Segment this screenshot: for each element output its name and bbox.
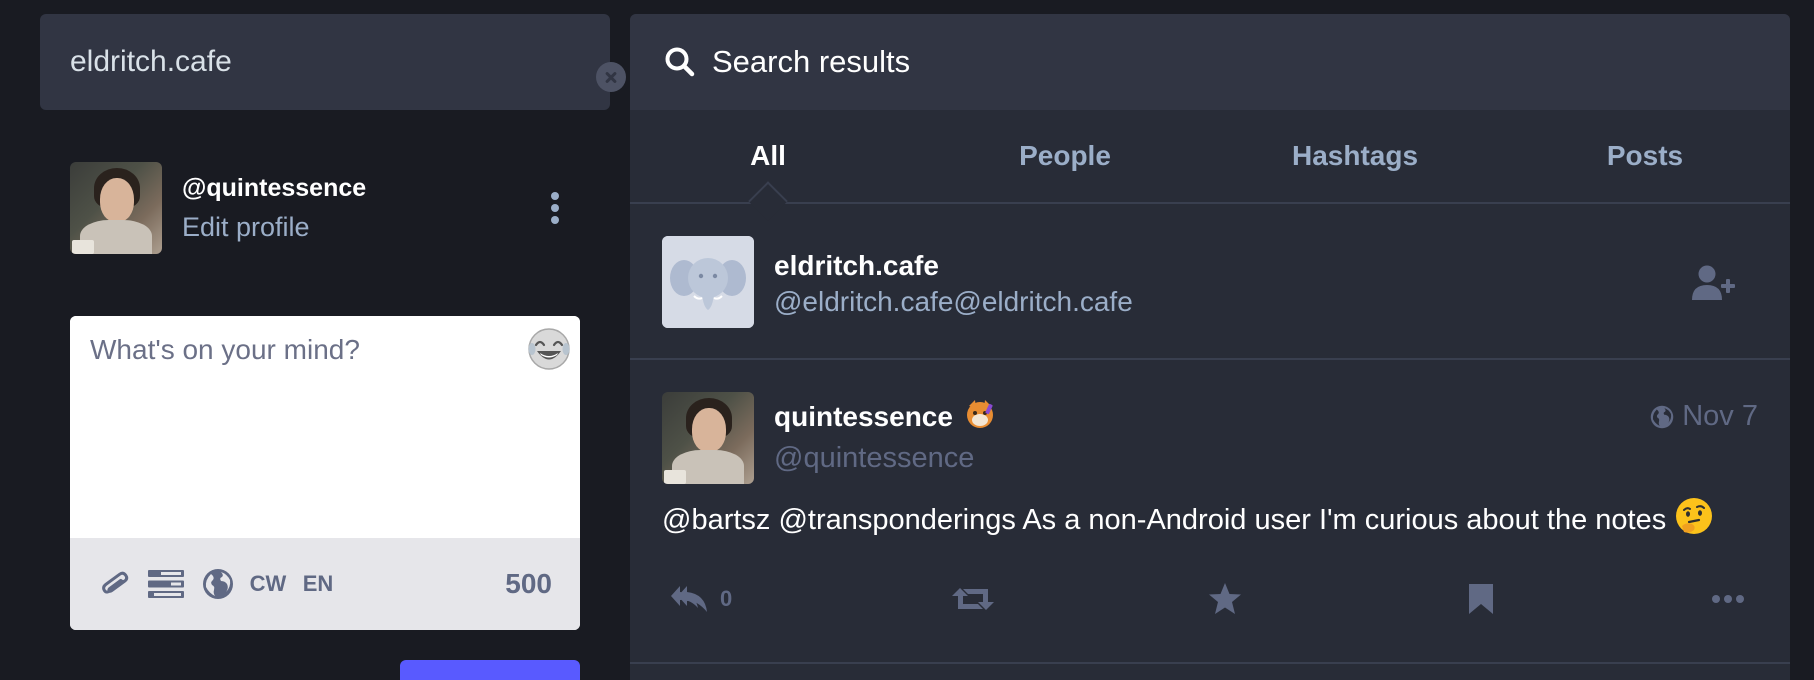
compose-toolbar: CW EN 500 <box>70 538 580 630</box>
avatar[interactable] <box>662 392 754 484</box>
boost-button[interactable] <box>952 574 994 624</box>
column-header: Search results <box>630 14 1790 110</box>
globe-icon <box>1650 405 1674 428</box>
ellipsis-icon <box>1712 595 1744 603</box>
account-result[interactable]: eldritch.cafe @eldritch.cafe@eldritch.ca… <box>630 204 1790 360</box>
status-action-bar: 0 <box>630 574 1790 624</box>
poll-icon[interactable] <box>146 562 186 606</box>
content-warning-button[interactable]: CW <box>246 562 290 606</box>
navigation-bar: @quintessence Edit profile <box>70 162 590 254</box>
search-form <box>40 14 626 110</box>
language-button[interactable]: EN <box>296 562 340 606</box>
laughing-emoji-icon[interactable] <box>526 326 572 372</box>
status-result[interactable]: quintessence @quintessence Nov 7 @bartsz… <box>630 362 1790 664</box>
avatar[interactable] <box>70 162 162 254</box>
compose-column: @quintessence Edit profile <box>0 0 630 680</box>
search-input[interactable] <box>70 40 540 84</box>
status-acct: @quintessence <box>774 442 975 474</box>
add-user-icon[interactable] <box>1692 264 1736 304</box>
thinking-face-emoji <box>1674 496 1714 544</box>
more-options-button[interactable] <box>1712 574 1744 624</box>
status-timestamp[interactable]: Nov 7 <box>1650 400 1758 433</box>
favourite-button[interactable] <box>1208 574 1242 624</box>
account-handle: @quintessence <box>182 174 367 202</box>
status-display-name[interactable]: quintessence <box>774 396 997 437</box>
reply-count: 0 <box>720 586 733 611</box>
publish-button[interactable] <box>400 660 580 680</box>
kebab-menu-icon[interactable] <box>548 190 562 226</box>
tab-posts[interactable]: Posts <box>1500 110 1790 202</box>
close-circle-icon[interactable] <box>596 62 626 92</box>
reply-all-icon <box>671 586 707 612</box>
account-acct: @eldritch.cafe@eldritch.cafe <box>774 286 1133 317</box>
compose-form: CW EN 500 <box>70 316 580 630</box>
custom-emoji-icon <box>963 396 997 437</box>
results-tabs: All People Hashtags Posts <box>630 110 1790 221</box>
paperclip-icon[interactable] <box>98 562 132 606</box>
status-content-text: @bartsz @transponderings As a non-Androi… <box>662 503 1667 536</box>
account-display-name[interactable]: eldritch.cafe <box>774 250 939 282</box>
edit-profile-link[interactable]: Edit profile <box>182 212 310 243</box>
character-counter: 500 <box>505 568 552 599</box>
status-display-name-text: quintessence <box>774 400 953 432</box>
bookmark-icon <box>1469 584 1493 614</box>
tab-hashtags[interactable]: Hashtags <box>1210 110 1500 202</box>
column-title: Search results <box>712 44 911 79</box>
star-icon <box>1209 583 1241 614</box>
compose-textarea[interactable] <box>70 316 580 538</box>
mastodon-default-avatar-icon[interactable] <box>662 236 754 328</box>
tab-people[interactable]: People <box>920 110 1210 202</box>
bookmark-button[interactable] <box>1468 574 1494 624</box>
status-time-text: Nov 7 <box>1682 400 1758 432</box>
globe-icon[interactable] <box>200 562 236 606</box>
search-results-column: Search results All People Hashtags Posts… <box>630 14 1790 680</box>
status-content: @bartsz @transponderings As a non-Androi… <box>662 496 1714 544</box>
retweet-icon <box>952 588 994 610</box>
reply-button[interactable]: 0 <box>670 574 732 624</box>
search-icon <box>665 47 695 77</box>
